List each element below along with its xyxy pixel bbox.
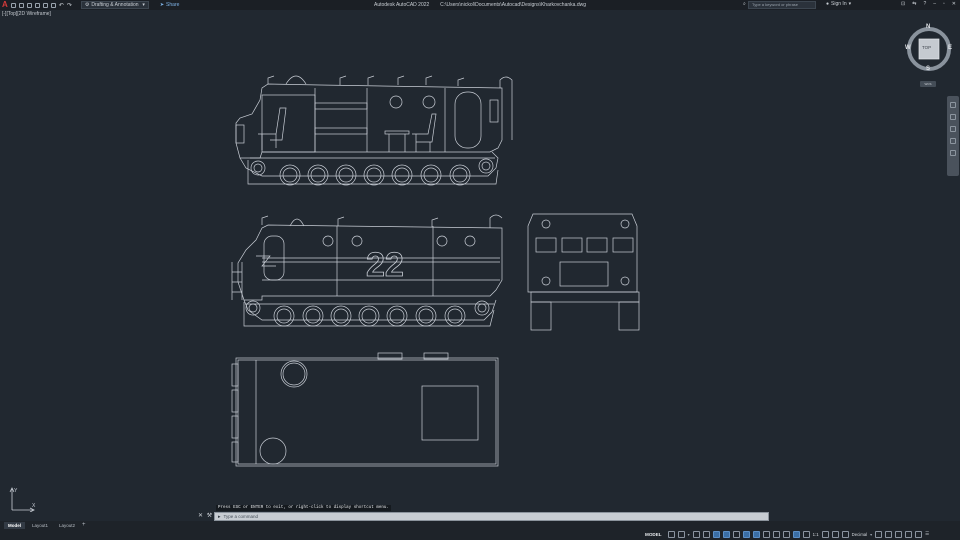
side-section-view xyxy=(235,75,513,186)
command-placeholder: Type a command xyxy=(223,514,259,519)
top-view xyxy=(231,352,499,467)
hardware-acceleration-icon[interactable] xyxy=(905,530,913,538)
compass-north[interactable]: N xyxy=(926,24,930,30)
units-select[interactable]: Decimal xyxy=(852,532,868,537)
dynamic-input-icon[interactable] xyxy=(702,530,710,538)
showmotion-icon[interactable] xyxy=(950,150,956,156)
front-view xyxy=(527,213,640,331)
annotation-monitor-icon[interactable] xyxy=(831,530,839,538)
compass-west[interactable]: W xyxy=(905,45,911,51)
object-snap-tracking-icon[interactable] xyxy=(742,530,750,538)
customization-menu-icon[interactable]: ☰ xyxy=(925,531,929,537)
close-icon[interactable]: ✕ xyxy=(196,512,205,521)
auto-scale-icon[interactable] xyxy=(802,530,810,538)
transparency-icon[interactable] xyxy=(772,530,780,538)
infer-constraints-icon[interactable] xyxy=(692,530,700,538)
layout-tabs: Model Layout1 Layout2 + xyxy=(4,521,86,529)
object-snap-icon[interactable] xyxy=(752,530,760,538)
compass-east[interactable]: E xyxy=(948,45,952,51)
vehicle-number-text: 22 xyxy=(366,246,404,284)
navigation-bar xyxy=(947,96,959,176)
model-space-toggle[interactable]: MODEL xyxy=(645,532,662,537)
viewcube-top-face[interactable]: TOP xyxy=(922,45,931,50)
workspace-gear-icon[interactable] xyxy=(821,530,829,538)
chevron-down-icon[interactable]: ▾ xyxy=(870,532,872,537)
tab-layout2[interactable]: Layout2 xyxy=(55,522,79,529)
svg-text:X: X xyxy=(32,503,36,509)
clean-screen-icon[interactable] xyxy=(915,530,923,538)
lock-ui-icon[interactable] xyxy=(885,530,893,538)
command-history: Press ESC or ENTER to exit, or right-cli… xyxy=(216,505,391,511)
ucs-icon: Y X xyxy=(9,487,36,512)
viewcube[interactable]: TOP N S E W xyxy=(905,24,953,73)
ortho-icon[interactable] xyxy=(712,530,720,538)
grid-icon[interactable] xyxy=(667,530,675,538)
isodraft-icon[interactable] xyxy=(732,530,740,538)
zoom-extents-icon[interactable] xyxy=(950,126,956,132)
lineweight-icon[interactable] xyxy=(762,530,770,538)
drawing-canvas[interactable]: 22 xyxy=(0,0,960,540)
command-line: ✕ ⚒ ▸ Type a command xyxy=(196,512,769,521)
status-bar: Model Layout1 Layout2 + MODEL ▾ 1:1 Deci… xyxy=(0,521,960,540)
orbit-icon[interactable] xyxy=(950,138,956,144)
command-prompt-icon: ▸ xyxy=(218,513,221,520)
annotation-scale[interactable]: 1:1 xyxy=(813,532,819,537)
annotation-visibility-icon[interactable] xyxy=(792,530,800,538)
selection-cycling-icon[interactable] xyxy=(782,530,790,538)
pan-icon[interactable] xyxy=(950,114,956,120)
svg-text:Y: Y xyxy=(14,488,18,494)
status-toggles: MODEL ▾ 1:1 Decimal ▾ ☰ xyxy=(645,529,929,539)
chevron-down-icon[interactable]: ▾ xyxy=(688,532,690,537)
customize-icon[interactable]: ⚒ xyxy=(205,512,214,521)
tab-layout1[interactable]: Layout1 xyxy=(28,522,52,529)
add-layout-icon[interactable]: + xyxy=(82,522,86,528)
snap-mode-icon[interactable] xyxy=(677,530,685,538)
tab-model[interactable]: Model xyxy=(4,521,25,529)
polar-tracking-icon[interactable] xyxy=(722,530,730,538)
command-input[interactable]: ▸ Type a command xyxy=(214,512,769,521)
wcs-menu[interactable]: WCS xyxy=(920,81,936,87)
units-icon[interactable] xyxy=(841,530,849,538)
autocad-window: A ↶ ↷ ⚙ Drafting & Annotation ▾ ➤ Share … xyxy=(0,0,960,540)
steering-wheel-icon[interactable] xyxy=(950,102,956,108)
compass-south[interactable]: S xyxy=(926,66,930,72)
quick-properties-icon[interactable] xyxy=(875,530,883,538)
isolate-objects-icon[interactable] xyxy=(895,530,903,538)
